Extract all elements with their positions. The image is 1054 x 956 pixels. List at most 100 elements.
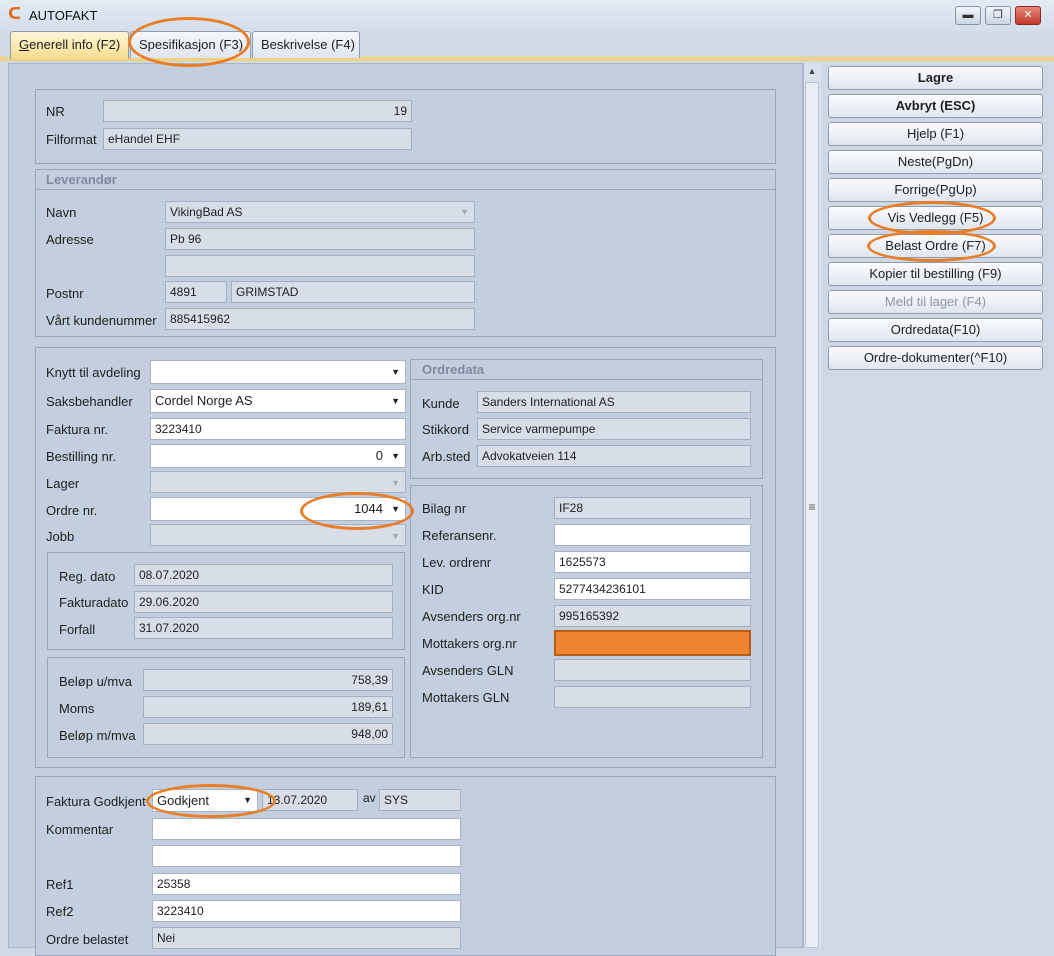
lager-label: Lager: [46, 476, 80, 491]
moms-label: Moms: [59, 701, 95, 716]
arrow-up-icon[interactable]: ▲: [804, 64, 820, 78]
postnr-field: 4891: [165, 281, 227, 303]
avsenders-gln-label: Avsenders GLN: [422, 663, 514, 678]
close-button[interactable]: ✕: [1015, 6, 1041, 25]
ordre-belastet-field: Nei: [152, 927, 461, 949]
stikkord-label: Stikkord: [422, 422, 469, 437]
adresse-label: Adresse: [46, 232, 94, 247]
jobb-dropdown: ▼: [150, 524, 406, 546]
avdeling-dropdown[interactable]: ▼: [150, 360, 406, 384]
postnr-label: Postnr: [46, 286, 84, 301]
avsenders-orgnr-field: 995165392: [554, 605, 751, 627]
neste-button[interactable]: Neste(PgDn): [828, 150, 1043, 174]
faktura-label: Faktura nr.: [46, 422, 109, 437]
tab-spesifikasjon[interactable]: Spesifikasjon (F3): [130, 31, 251, 58]
av-field: SYS: [379, 789, 461, 811]
vis-vedlegg-button[interactable]: Vis Vedlegg (F5): [828, 206, 1043, 230]
arbsted-field: Advokatveien 114: [477, 445, 751, 467]
bestilling-label: Bestilling nr.: [46, 449, 117, 464]
nr-label: NR: [46, 104, 65, 119]
avdeling-label: Knytt til avdeling: [46, 365, 141, 380]
belop-umva-field: 758,39: [143, 669, 393, 691]
fakturadato-label: Fakturadato: [59, 595, 129, 610]
navn-label: Navn: [46, 205, 77, 220]
reg-dato-label: Reg. dato: [59, 569, 116, 584]
lev-ordrenr-label: Lev. ordrenr: [422, 555, 492, 570]
tab-generell-info[interactable]: Generell info (F2): [10, 31, 129, 59]
kundenummer-label: Vårt kundenummer: [46, 313, 157, 328]
kopier-til-bestilling-button[interactable]: Kopier til bestilling (F9): [828, 262, 1043, 286]
chevron-down-icon: ▼: [391, 531, 400, 541]
faktura-input[interactable]: 3223410: [150, 418, 406, 440]
mottakers-orgnr-label: Mottakers org.nr: [422, 636, 517, 651]
bestilling-dropdown[interactable]: 0 ▼: [150, 444, 406, 468]
reg-dato-field: 08.07.2020: [134, 564, 393, 586]
adresse-line1: Pb 96: [165, 228, 475, 250]
jobb-label: Jobb: [46, 529, 75, 544]
avsenders-orgnr-label: Avsenders org.nr: [422, 609, 521, 624]
godkjent-label: Faktura Godkjent: [46, 794, 146, 809]
referanse-input[interactable]: [554, 524, 751, 546]
lager-dropdown: ▼: [150, 471, 406, 493]
ordrenr-dropdown[interactable]: 1044 ▼: [150, 497, 406, 521]
ordredata-button[interactable]: Ordredata(F10): [828, 318, 1043, 342]
kunde-field: Sanders International AS: [477, 391, 751, 413]
chevron-down-icon: ▼: [391, 367, 400, 377]
divider: [411, 379, 762, 380]
scroll-thumb[interactable]: [805, 82, 819, 948]
kid-label: KID: [422, 582, 444, 597]
grip-icon: ≡: [808, 500, 816, 514]
filformat-label: Filformat: [46, 132, 97, 147]
ordrenr-label: Ordre nr.: [46, 503, 98, 518]
ordre-belastet-label: Ordre belastet: [46, 932, 129, 947]
belop-mmva-field: 948,00: [143, 723, 393, 745]
chevron-down-icon: ▼: [391, 478, 400, 488]
lev-ordrenr-input[interactable]: 1625573: [554, 551, 751, 573]
belop-umva-label: Beløp u/mva: [59, 674, 132, 689]
leverandor-caption: Leverandør: [46, 172, 117, 187]
saksbehandler-label: Saksbehandler: [46, 394, 133, 409]
divider: [36, 189, 775, 190]
navn-combo: VikingBad AS ▼: [165, 201, 475, 223]
mottakers-orgnr-input[interactable]: [554, 630, 751, 656]
chevron-down-icon: ▼: [391, 396, 400, 406]
window-title: AUTOFAKT: [29, 8, 98, 23]
forfall-label: Forfall: [59, 622, 96, 637]
belop-mmva-label: Beløp m/mva: [59, 728, 136, 743]
mottakers-gln-label: Mottakers GLN: [422, 690, 510, 705]
chevron-down-icon: ▼: [391, 451, 400, 461]
ref1-label: Ref1: [46, 877, 74, 892]
maximize-button[interactable]: ❐: [985, 6, 1011, 25]
filformat-field: eHandel EHF: [103, 128, 412, 150]
forrige-button[interactable]: Forrige(PgUp): [828, 178, 1043, 202]
adresse-line2: [165, 255, 475, 277]
mottakers-gln-field: [554, 686, 751, 708]
kommentar-input-1[interactable]: [152, 818, 461, 840]
ordre-dokumenter-button[interactable]: Ordre-dokumenter(^F10): [828, 346, 1043, 370]
av-label: av: [363, 791, 376, 805]
lagre-button[interactable]: Lagre: [828, 66, 1043, 90]
bilag-field: IF28: [554, 497, 751, 519]
kommentar-input-2[interactable]: [152, 845, 461, 867]
kid-input[interactable]: 5277434236101: [554, 578, 751, 600]
app-logo-icon: ᑕ: [8, 6, 22, 23]
stikkord-field: Service varmepumpe: [477, 418, 751, 440]
belast-ordre-button[interactable]: Belast Ordre (F7): [828, 234, 1043, 258]
title-bar: [0, 0, 1054, 32]
fakturadato-field: 29.06.2020: [134, 591, 393, 613]
meld-til-lager-button: Meld til lager (F4): [828, 290, 1043, 314]
moms-field: 189,61: [143, 696, 393, 718]
saksbehandler-dropdown[interactable]: Cordel Norge AS ▼: [150, 389, 406, 413]
tab-beskrivelse[interactable]: Beskrivelse (F4): [252, 31, 360, 58]
avbryt-button[interactable]: Avbryt (ESC): [828, 94, 1043, 118]
hjelp-button[interactable]: Hjelp (F1): [828, 122, 1043, 146]
bilag-label: Bilag nr: [422, 501, 467, 516]
ref1-input[interactable]: 25358: [152, 873, 461, 895]
ref2-label: Ref2: [46, 904, 74, 919]
ref2-input[interactable]: 3223410: [152, 900, 461, 922]
arbsted-label: Arb.sted: [422, 449, 471, 464]
godkjent-dropdown[interactable]: Godkjent ▼: [152, 789, 258, 812]
ordredata-caption: Ordredata: [422, 362, 485, 377]
poststed-field: GRIMSTAD: [231, 281, 475, 303]
minimize-button[interactable]: ▬: [955, 6, 981, 25]
